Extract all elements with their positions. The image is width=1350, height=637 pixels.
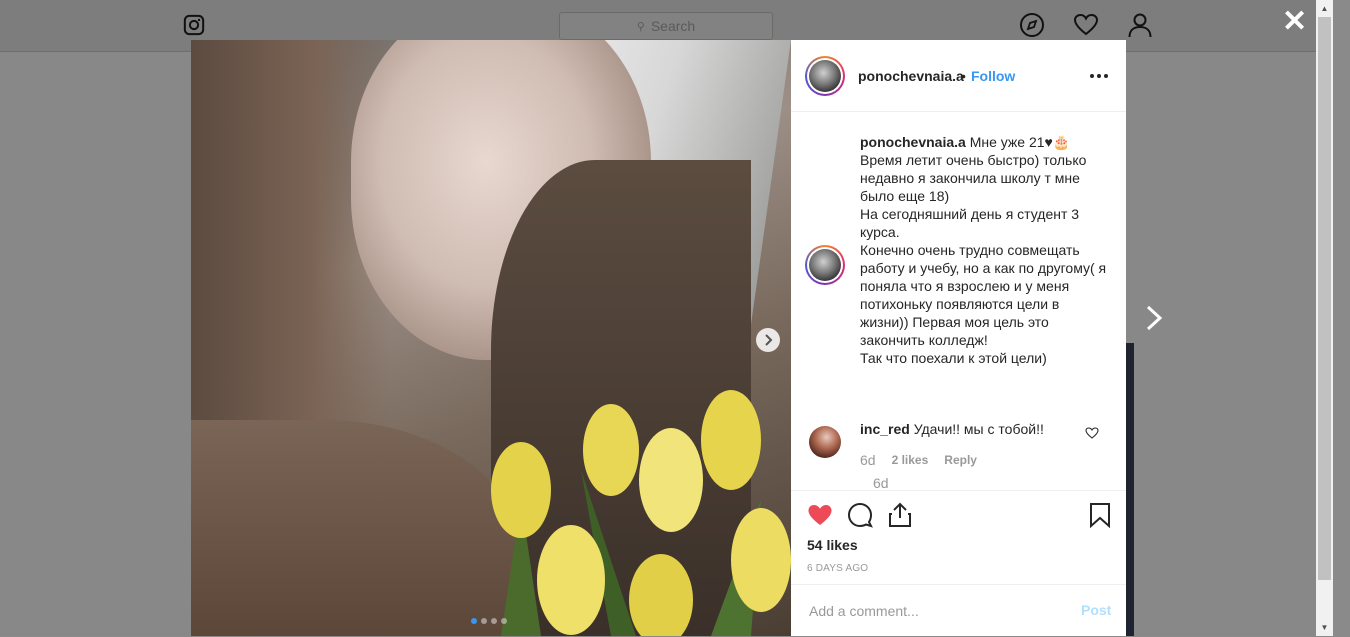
scroll-down-arrow-icon[interactable]: ▼: [1316, 619, 1333, 636]
post-photo[interactable]: [191, 40, 791, 636]
add-comment-bar: Post: [791, 584, 1126, 637]
search-placeholder: Search: [650, 18, 696, 34]
likes-count[interactable]: 54 likes: [807, 537, 858, 553]
carousel-dot: [471, 618, 477, 624]
comment-reply-button[interactable]: Reply: [944, 453, 977, 467]
comment-likes[interactable]: 2 likes: [892, 453, 929, 467]
comment-text: Удачи!! мы с тобой!!: [913, 421, 1044, 437]
more-options-icon[interactable]: [1087, 64, 1111, 88]
comment-timestamp[interactable]: 6d: [860, 452, 876, 468]
user-icon[interactable]: [1127, 12, 1153, 38]
post-side-panel: ponochevnaia.a • Follow ponochevnaia.a М…: [791, 40, 1126, 636]
carousel-next-button[interactable]: [756, 328, 780, 352]
tulips-illustration: [491, 390, 791, 636]
compass-icon[interactable]: [1019, 12, 1045, 38]
comment-bubble-icon[interactable]: [847, 502, 873, 528]
next-post-arrow-icon[interactable]: [1142, 304, 1166, 332]
close-modal-button[interactable]: ✕: [1282, 7, 1307, 37]
heart-icon[interactable]: [1073, 12, 1099, 38]
share-upload-icon[interactable]: [887, 502, 913, 528]
comment-input[interactable]: [807, 599, 1061, 623]
like-heart-filled-icon[interactable]: [807, 502, 833, 528]
commenter-username[interactable]: inc_red: [860, 421, 910, 437]
separator-dot: •: [961, 68, 966, 84]
background-next-post-edge: [1126, 343, 1134, 636]
post-header: ponochevnaia.a • Follow: [791, 40, 1126, 112]
chevron-right-icon: [765, 334, 773, 346]
page-scrollbar[interactable]: ▲ ▼: [1316, 0, 1333, 636]
author-avatar[interactable]: [805, 56, 845, 96]
caption-author-avatar[interactable]: [805, 245, 845, 285]
carousel-dot: [491, 618, 497, 624]
bookmark-icon[interactable]: [1087, 502, 1113, 528]
author-username[interactable]: ponochevnaia.a: [858, 68, 964, 84]
caption-text: Мне уже 21♥🎂 Время летит очень быстро) т…: [860, 134, 1107, 366]
post-timestamp[interactable]: 6 DAYS AGO: [807, 563, 868, 574]
carousel-dots: [471, 618, 507, 624]
comment-item: inc_red Удачи!! мы с тобой!! 6d 2 likes …: [805, 420, 1115, 470]
follow-button[interactable]: Follow: [971, 68, 1015, 84]
carousel-dot: [501, 618, 507, 624]
instagram-logo-icon[interactable]: [183, 14, 205, 36]
caption-timestamp[interactable]: 6d: [873, 475, 889, 491]
scroll-thumb[interactable]: [1318, 17, 1331, 580]
caption-username[interactable]: ponochevnaia.a: [860, 134, 966, 150]
scroll-up-arrow-icon[interactable]: ▲: [1316, 0, 1333, 17]
search-box[interactable]: ⚲ Search: [559, 12, 773, 40]
search-icon: ⚲: [636, 20, 645, 33]
comment-like-heart-icon[interactable]: [1085, 426, 1099, 440]
carousel-dot: [481, 618, 487, 624]
commenter-avatar[interactable]: [809, 426, 841, 458]
post-actions: 54 likes 6 DAYS AGO: [791, 490, 1126, 586]
post-comment-button[interactable]: Post: [1081, 602, 1111, 618]
